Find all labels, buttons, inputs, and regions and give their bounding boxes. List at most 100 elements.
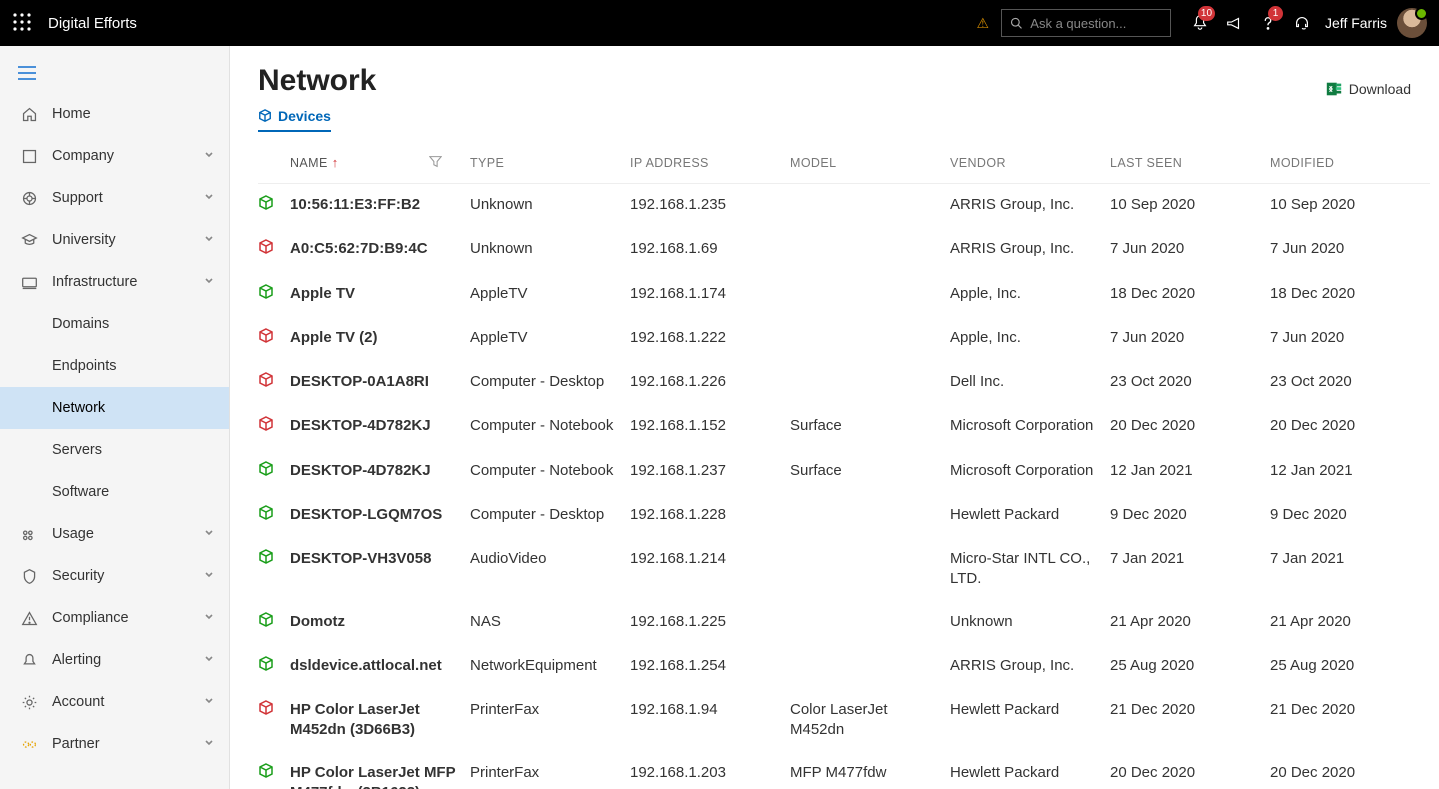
cell-name[interactable]: Apple TV (2) (290, 317, 470, 361)
notifications-button[interactable]: 10 (1183, 0, 1217, 46)
tab-devices[interactable]: Devices (258, 104, 331, 132)
cell-name[interactable]: A0:C5:62:7D:B9:4C (290, 228, 470, 272)
sidebar-sub-network[interactable]: Network (0, 387, 229, 429)
megaphone-icon (1225, 14, 1243, 32)
device-row[interactable]: DESKTOP-4D782KJComputer - Notebook192.16… (258, 450, 1430, 494)
col-modified[interactable]: MODIFIED (1270, 143, 1430, 184)
device-row[interactable]: HP Color LaserJet MFP M477fdw (3B1623)Pr… (258, 752, 1430, 789)
device-row[interactable]: dsldevice.attlocal.netNetworkEquipment19… (258, 645, 1430, 689)
sidebar-sub-domains[interactable]: Domains (0, 303, 229, 345)
sidebar-sub-servers[interactable]: Servers (0, 429, 229, 471)
sidebar-item-company[interactable]: Company (0, 135, 229, 177)
filter-icon[interactable] (429, 155, 442, 171)
sidebar-item-usage[interactable]: Usage (0, 513, 229, 555)
sidebar-item-home[interactable]: Home (0, 93, 229, 135)
device-row[interactable]: Apple TV (2)AppleTV192.168.1.222Apple, I… (258, 317, 1430, 361)
app-name[interactable]: Digital Efforts (48, 15, 137, 32)
support-button[interactable] (1285, 0, 1319, 46)
download-label: Download (1349, 81, 1411, 97)
col-type[interactable]: TYPE (470, 143, 630, 184)
cell-ip: 192.168.1.235 (630, 184, 790, 229)
col-vendor[interactable]: VENDOR (950, 143, 1110, 184)
cell-last-seen: 18 Dec 2020 (1110, 273, 1270, 317)
cell-vendor: ARRIS Group, Inc. (950, 645, 1110, 689)
cell-name[interactable]: DESKTOP-LGQM7OS (290, 494, 470, 538)
sidebar-item-account[interactable]: Account (0, 681, 229, 723)
device-row[interactable]: HP Color LaserJet M452dn (3D66B3)Printer… (258, 689, 1430, 752)
main-content: Network Download Devices NAM (230, 46, 1439, 789)
device-row[interactable]: DESKTOP-4D782KJComputer - Notebook192.16… (258, 405, 1430, 449)
cell-name[interactable]: Domotz (290, 601, 470, 645)
headset-icon (1293, 14, 1311, 32)
device-row[interactable]: DomotzNAS192.168.1.225Unknown21 Apr 2020… (258, 601, 1430, 645)
cell-modified: 10 Sep 2020 (1270, 184, 1430, 229)
chevron-down-icon (203, 694, 215, 710)
cell-model: Surface (790, 450, 950, 494)
cell-vendor: Hewlett Packard (950, 752, 1110, 789)
cell-model (790, 317, 950, 361)
search-input[interactable] (1028, 15, 1162, 32)
cell-ip: 192.168.1.237 (630, 450, 790, 494)
cell-vendor: ARRIS Group, Inc. (950, 228, 1110, 272)
sidebar-sub-software[interactable]: Software (0, 471, 229, 513)
help-button[interactable]: 1 (1251, 0, 1285, 46)
nav-icon-security (18, 568, 40, 585)
cell-type: NetworkEquipment (470, 645, 630, 689)
device-row[interactable]: DESKTOP-VH3V058AudioVideo192.168.1.214Mi… (258, 538, 1430, 601)
cell-model (790, 184, 950, 229)
cell-name[interactable]: DESKTOP-VH3V058 (290, 538, 470, 601)
sidebar-item-partner[interactable]: Partner (0, 723, 229, 765)
sidebar-item-support[interactable]: Support (0, 177, 229, 219)
cell-modified: 18 Dec 2020 (1270, 273, 1430, 317)
cell-type: Computer - Desktop (470, 361, 630, 405)
sidebar-item-university[interactable]: University (0, 219, 229, 261)
nav-icon-support (18, 190, 40, 207)
status-icon (258, 494, 290, 538)
cell-model: MFP M477fdw (790, 752, 950, 789)
cell-type: PrinterFax (470, 689, 630, 752)
cell-name[interactable]: HP Color LaserJet MFP M477fdw (3B1623) (290, 752, 470, 789)
col-name[interactable]: NAME↑ (290, 143, 470, 184)
cell-last-seen: 10 Sep 2020 (1110, 184, 1270, 229)
cell-name[interactable]: dsldevice.attlocal.net (290, 645, 470, 689)
cell-vendor: Microsoft Corporation (950, 450, 1110, 494)
cell-modified: 23 Oct 2020 (1270, 361, 1430, 405)
sidebar-item-compliance[interactable]: Compliance (0, 597, 229, 639)
search-box[interactable] (1001, 9, 1171, 37)
device-row[interactable]: A0:C5:62:7D:B9:4CUnknown192.168.1.69ARRI… (258, 228, 1430, 272)
apps-launcher-icon[interactable] (12, 12, 48, 35)
warning-icon[interactable]: ⚠ (976, 15, 989, 32)
announcements-button[interactable] (1217, 0, 1251, 46)
cell-name[interactable]: DESKTOP-4D782KJ (290, 450, 470, 494)
user-avatar[interactable] (1397, 8, 1427, 38)
cell-last-seen: 9 Dec 2020 (1110, 494, 1270, 538)
device-row[interactable]: Apple TVAppleTV192.168.1.174Apple, Inc.1… (258, 273, 1430, 317)
cell-ip: 192.168.1.152 (630, 405, 790, 449)
nav-label: Account (52, 694, 104, 710)
cell-name[interactable]: DESKTOP-0A1A8RI (290, 361, 470, 405)
device-row[interactable]: DESKTOP-LGQM7OSComputer - Desktop192.168… (258, 494, 1430, 538)
cell-name[interactable]: 10:56:11:E3:FF:B2 (290, 184, 470, 229)
device-row[interactable]: DESKTOP-0A1A8RIComputer - Desktop192.168… (258, 361, 1430, 405)
user-name[interactable]: Jeff Farris (1325, 15, 1387, 31)
sidebar-item-alerting[interactable]: Alerting (0, 639, 229, 681)
cell-model (790, 273, 950, 317)
sidebar-sub-endpoints[interactable]: Endpoints (0, 345, 229, 387)
download-button[interactable]: Download (1325, 80, 1411, 98)
sidebar-item-security[interactable]: Security (0, 555, 229, 597)
col-last-seen[interactable]: LAST SEEN (1110, 143, 1270, 184)
cell-modified: 20 Dec 2020 (1270, 405, 1430, 449)
device-row[interactable]: 10:56:11:E3:FF:B2Unknown192.168.1.235ARR… (258, 184, 1430, 229)
sidebar-toggle[interactable] (0, 56, 229, 93)
cell-last-seen: 21 Apr 2020 (1110, 601, 1270, 645)
nav-label: Alerting (52, 652, 101, 668)
cell-name[interactable]: DESKTOP-4D782KJ (290, 405, 470, 449)
col-ip[interactable]: IP ADDRESS (630, 143, 790, 184)
cell-vendor: Micro-Star INTL CO., LTD. (950, 538, 1110, 601)
nav-icon-alerting (18, 652, 40, 669)
cell-modified: 20 Dec 2020 (1270, 752, 1430, 789)
col-model[interactable]: MODEL (790, 143, 950, 184)
sidebar-item-infrastructure[interactable]: Infrastructure (0, 261, 229, 303)
cell-name[interactable]: HP Color LaserJet M452dn (3D66B3) (290, 689, 470, 752)
cell-name[interactable]: Apple TV (290, 273, 470, 317)
